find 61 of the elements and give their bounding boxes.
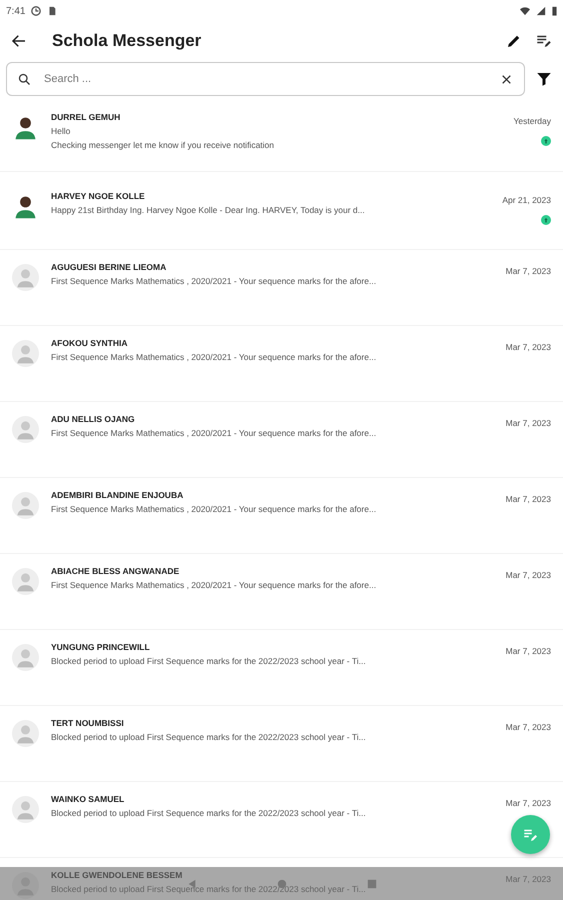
conversation-item[interactable]: ADU NELLIS OJANG First Sequence Marks Mathematics , 2020/2021 - Your sequence marks for the afore... Mar 7, 2023	[0, 402, 563, 478]
message-date: Mar 7, 2023	[506, 342, 551, 352]
default-avatar-icon	[12, 796, 39, 823]
signal-icon	[536, 6, 546, 16]
message-preview: First Sequence Marks Mathematics , 2020/2021 - Your sequence marks for the afore...	[51, 504, 378, 514]
sender-name: KOLLE GWENDOLENE BESSEM	[51, 870, 184, 880]
default-avatar-icon	[12, 644, 39, 671]
battery-icon	[552, 6, 557, 16]
message-date: Mar 7, 2023	[506, 570, 551, 580]
message-preview: First Sequence Marks Mathematics , 2020/2021 - Your sequence marks for the afore...	[51, 276, 378, 286]
conversation-item[interactable]: YUNGUNG PRINCEWILL Blocked period to upload First Sequence marks for the 2022/2023 school year - Ti... Mar 7, 2023	[0, 630, 563, 706]
message-date: Mar 7, 2023	[506, 418, 551, 428]
sender-name: AFOKOU SYNTHIA	[51, 338, 128, 348]
default-avatar-icon	[12, 568, 39, 595]
sender-name: YUNGUNG PRINCEWILL	[51, 642, 151, 652]
default-avatar-icon	[12, 492, 39, 519]
search-icon	[17, 72, 32, 86]
message-preview: Hello	[51, 126, 72, 136]
default-avatar-icon	[12, 264, 39, 291]
default-avatar-icon	[12, 416, 39, 443]
conversation-item[interactable]: ADEMBIRI BLANDINE ENJOUBA First Sequence Marks Mathematics , 2020/2021 - Your sequence marks for the afore... Mar 7, 2023	[0, 478, 563, 554]
search-bar[interactable]: Search ...	[6, 62, 525, 96]
status-time: 7:41	[6, 6, 26, 16]
message-date: Apr 21, 2023	[502, 195, 551, 205]
message-preview: First Sequence Marks Mathematics , 2020/2021 - Your sequence marks for the afore...	[51, 580, 378, 590]
message-date: Mar 7, 2023	[506, 722, 551, 732]
conversation-item[interactable]: DURREL GEMUH Hello Checking messenger let me know if you receive notification Yesterday	[0, 98, 563, 172]
sender-name: WAINKO SAMUEL	[51, 794, 126, 804]
message-date: Mar 7, 2023	[506, 266, 551, 276]
message-preview: First Sequence Marks Mathematics , 2020/2021 - Your sequence marks for the afore...	[51, 428, 378, 438]
message-preview: Blocked period to upload First Sequence marks for the 2022/2023 school year - Ti...	[51, 656, 367, 666]
message-date: Yesterday	[514, 116, 551, 126]
sender-name: TERT NOUMBISSI	[51, 718, 125, 728]
default-avatar-icon	[12, 872, 39, 899]
app-title: Schola Messenger	[52, 31, 202, 51]
wifi-icon	[520, 6, 530, 16]
message-date: Mar 7, 2023	[506, 646, 551, 656]
sender-name: ABIACHE BLESS ANGWANADE	[51, 566, 180, 576]
message-preview: First Sequence Marks Mathematics , 2020/2021 - Your sequence marks for the afore...	[51, 352, 378, 362]
default-avatar-icon	[12, 720, 39, 747]
sender-name: HARVEY NGOE KOLLE	[51, 191, 146, 201]
message-preview: Happy 21st Birthday Ing. Harvey Ngoe Kolle - Dear Ing. HARVEY, Today is your d...	[51, 205, 366, 215]
sender-name: DURREL GEMUH	[51, 112, 122, 122]
sender-name: ADEMBIRI BLANDINE ENJOUBA	[51, 490, 184, 500]
message-preview: Blocked period to upload First Sequence marks for the 2022/2023 school year - Ti...	[51, 732, 367, 742]
conversation-item[interactable]: HARVEY NGOE KOLLE Happy 21st Birthday Ing. Harvey Ngoe Kolle - Dear Ing. HARVEY, Today is your d... Apr 21, 2023	[0, 172, 563, 250]
conversation-item[interactable]: ABIACHE BLESS ANGWANADE First Sequence Marks Mathematics , 2020/2021 - Your sequence marks for the afore... Mar 7, 2023	[0, 554, 563, 630]
search-input[interactable]: Search ...	[42, 72, 489, 86]
message-date: Mar 7, 2023	[506, 798, 551, 808]
message-date: Mar 7, 2023	[506, 874, 551, 884]
filter-icon[interactable]	[535, 70, 553, 88]
default-avatar-icon	[12, 340, 39, 367]
conversation-item[interactable]: AFOKOU SYNTHIA First Sequence Marks Mathematics , 2020/2021 - Your sequence marks for the afore... Mar 7, 2023	[0, 326, 563, 402]
sender-name: AGUGUESI BERINE LIEOMA	[51, 262, 168, 272]
message-preview: Blocked period to upload First Sequence marks for the 2022/2023 school year - Ti...	[51, 808, 367, 818]
conversation-item[interactable]: AGUGUESI BERINE LIEOMA First Sequence Marks Mathematics , 2020/2021 - Your sequence marks for the afore... Mar 7, 2023	[0, 250, 563, 326]
sender-name: ADU NELLIS OJANG	[51, 414, 136, 424]
message-preview: Checking messenger let me know if you receive notification	[51, 140, 275, 150]
message-date: Mar 7, 2023	[506, 494, 551, 504]
conversation-item[interactable]: TERT NOUMBISSI Blocked period to upload First Sequence marks for the 2022/2023 school year - Ti... Mar 7, 2023	[0, 706, 563, 782]
sim-card-icon	[47, 6, 58, 16]
